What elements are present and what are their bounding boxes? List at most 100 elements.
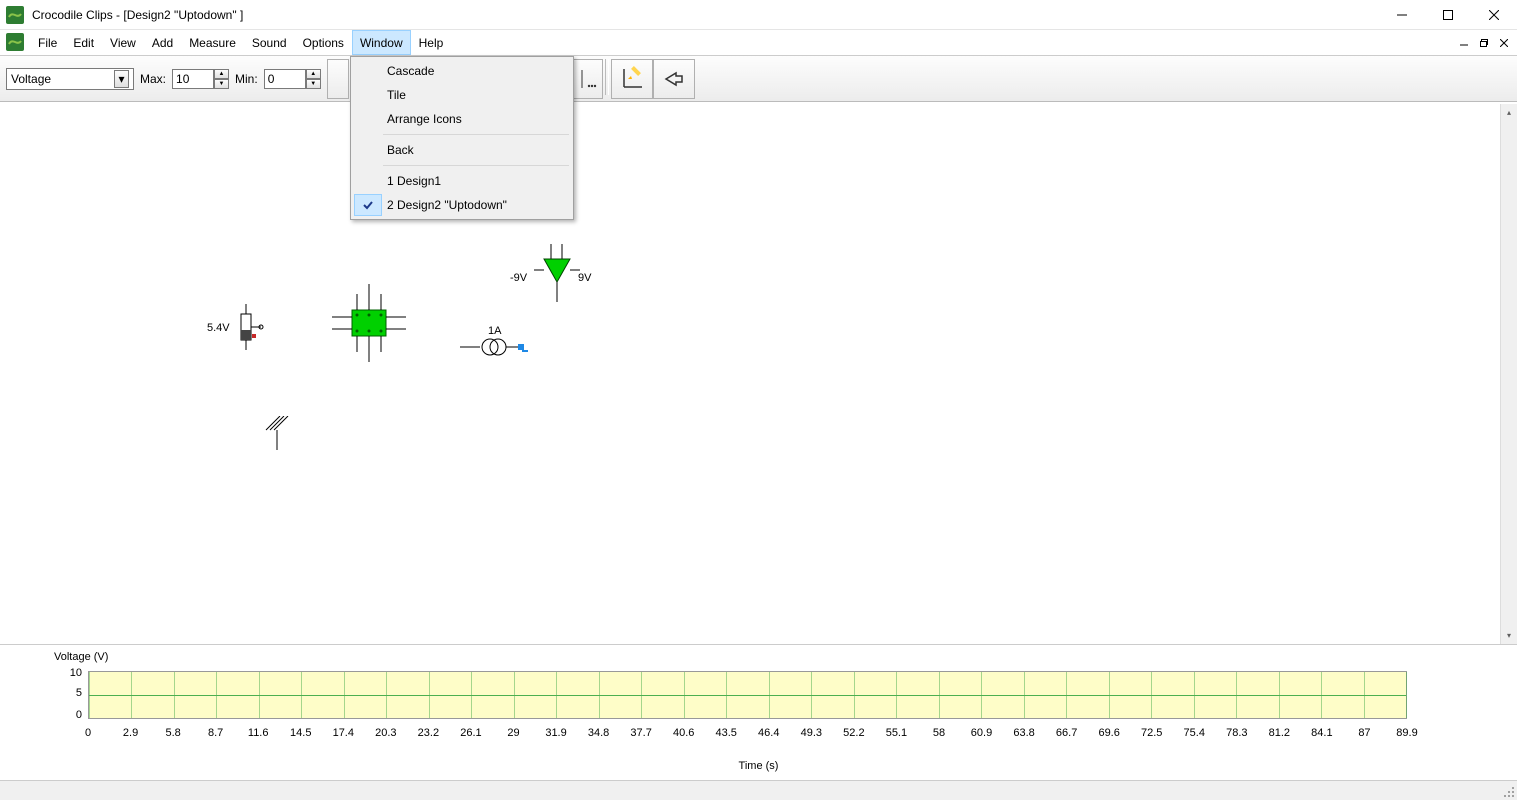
min-spinner[interactable]: ▲ ▼ (264, 69, 321, 89)
menu-item-tile[interactable]: Tile (353, 83, 571, 107)
toolbar-button-1[interactable] (327, 59, 349, 99)
menu-file-label: File (38, 36, 57, 50)
graph-pencil-icon (618, 65, 646, 93)
xtick-label: 81.2 (1269, 727, 1290, 739)
scroll-down-button[interactable]: ▾ (1501, 627, 1517, 644)
back-arrow-icon (662, 70, 686, 88)
component-current-source[interactable]: 1A (460, 329, 534, 362)
menu-options[interactable]: Options (295, 30, 352, 55)
xtick-label: 87 (1358, 727, 1370, 739)
gridline (641, 672, 642, 718)
xtick-label: 69.6 (1098, 727, 1119, 739)
menu-window[interactable]: Window (352, 30, 411, 55)
menu-edit[interactable]: Edit (65, 30, 102, 55)
menu-item-cascade[interactable]: Cascade (353, 59, 571, 83)
xtick-label: 55.1 (886, 727, 907, 739)
potentiometer-value-label: 5.4V (207, 322, 230, 334)
menu-measure-label: Measure (189, 36, 236, 50)
mdi-minimize-button[interactable] (1455, 34, 1473, 52)
gridline (1066, 672, 1067, 718)
gridline (1364, 672, 1365, 718)
menu-item-design2-label: 2 Design2 "Uptodown" (387, 198, 507, 212)
mdi-close-button[interactable] (1495, 34, 1513, 52)
menu-help[interactable]: Help (411, 30, 452, 55)
gridline (1279, 672, 1280, 718)
gridline (514, 672, 515, 718)
statusbar (0, 780, 1517, 800)
gridline (216, 672, 217, 718)
xtick-label: 17.4 (333, 727, 354, 739)
gridline (769, 672, 770, 718)
gridline (174, 672, 175, 718)
menu-item-design2[interactable]: 2 Design2 "Uptodown" (353, 193, 571, 217)
vertical-scrollbar[interactable]: ▴ ▾ (1500, 104, 1517, 644)
gridline (344, 672, 345, 718)
gridline (1406, 672, 1407, 718)
min-down-button[interactable]: ▼ (306, 79, 321, 89)
component-ground[interactable] (262, 416, 292, 453)
xtick-label: 60.9 (971, 727, 992, 739)
max-input[interactable] (172, 69, 214, 89)
measurement-select-value: Voltage (11, 72, 51, 86)
measurement-select[interactable]: Voltage ▾ (6, 68, 134, 90)
menu-add-label: Add (152, 36, 173, 50)
menu-measure[interactable]: Measure (181, 30, 244, 55)
gridline (726, 672, 727, 718)
graph-grid (88, 671, 1407, 719)
component-chip[interactable] (324, 284, 414, 367)
max-down-button[interactable]: ▼ (214, 79, 229, 89)
scroll-up-button[interactable]: ▴ (1501, 104, 1517, 121)
gridline (599, 672, 600, 718)
graph-edit-button[interactable] (611, 59, 653, 99)
xtick-label: 63.8 (1013, 727, 1034, 739)
titlebar: Crocodile Clips - [Design2 "Uptodown" ] (0, 0, 1517, 30)
window-dropdown: Cascade Tile Arrange Icons Back 1 Design… (350, 56, 574, 220)
graph-plot-area[interactable] (88, 671, 1407, 719)
menu-item-cascade-label: Cascade (387, 64, 434, 78)
menu-options-label: Options (303, 36, 344, 50)
gridline (429, 672, 430, 718)
gridline (131, 672, 132, 718)
dropdown-arrow-icon: ▾ (114, 70, 129, 88)
max-up-button[interactable]: ▲ (214, 69, 229, 79)
ytick-5: 5 (56, 687, 82, 699)
xtick-label: 29 (507, 727, 519, 739)
xtick-label: 66.7 (1056, 727, 1077, 739)
menu-sound[interactable]: Sound (244, 30, 295, 55)
xtick-label: 26.1 (460, 727, 481, 739)
gridline (1236, 672, 1237, 718)
xtick-label: 46.4 (758, 727, 779, 739)
maximize-button[interactable] (1425, 0, 1471, 30)
menu-view[interactable]: View (102, 30, 144, 55)
window-controls (1379, 0, 1517, 30)
menu-item-back[interactable]: Back (353, 138, 571, 162)
close-button[interactable] (1471, 0, 1517, 30)
design-canvas[interactable]: 5.4V 1A (4, 104, 1499, 644)
xtick-label: 8.7 (208, 727, 223, 739)
gridline (896, 672, 897, 718)
menu-item-design1-label: 1 Design1 (387, 174, 441, 188)
menu-add[interactable]: Add (144, 30, 181, 55)
max-spinner[interactable]: ▲ ▼ (172, 69, 229, 89)
mdi-restore-button[interactable] (1475, 34, 1493, 52)
min-input[interactable] (264, 69, 306, 89)
gridline (1321, 672, 1322, 718)
menu-item-arrange-label: Arrange Icons (387, 112, 462, 126)
min-up-button[interactable]: ▲ (306, 69, 321, 79)
gridline (386, 672, 387, 718)
menu-file[interactable]: File (30, 30, 65, 55)
minimize-button[interactable] (1379, 0, 1425, 30)
scroll-track[interactable] (1501, 121, 1517, 627)
menu-edit-label: Edit (73, 36, 94, 50)
toolbar-button-2[interactable] (573, 59, 603, 99)
component-opamp[interactable]: -9V 9V (512, 244, 602, 317)
component-potentiometer[interactable]: 5.4V (209, 304, 269, 357)
xtick-label: 78.3 (1226, 727, 1247, 739)
resize-grip-icon[interactable] (1501, 784, 1515, 798)
menu-item-design1[interactable]: 1 Design1 (353, 169, 571, 193)
xtick-label: 52.2 (843, 727, 864, 739)
menu-item-arrange[interactable]: Arrange Icons (353, 107, 571, 131)
ellipsis-icon (579, 66, 597, 92)
opamp-right-label: 9V (578, 272, 591, 284)
back-button[interactable] (653, 59, 695, 99)
